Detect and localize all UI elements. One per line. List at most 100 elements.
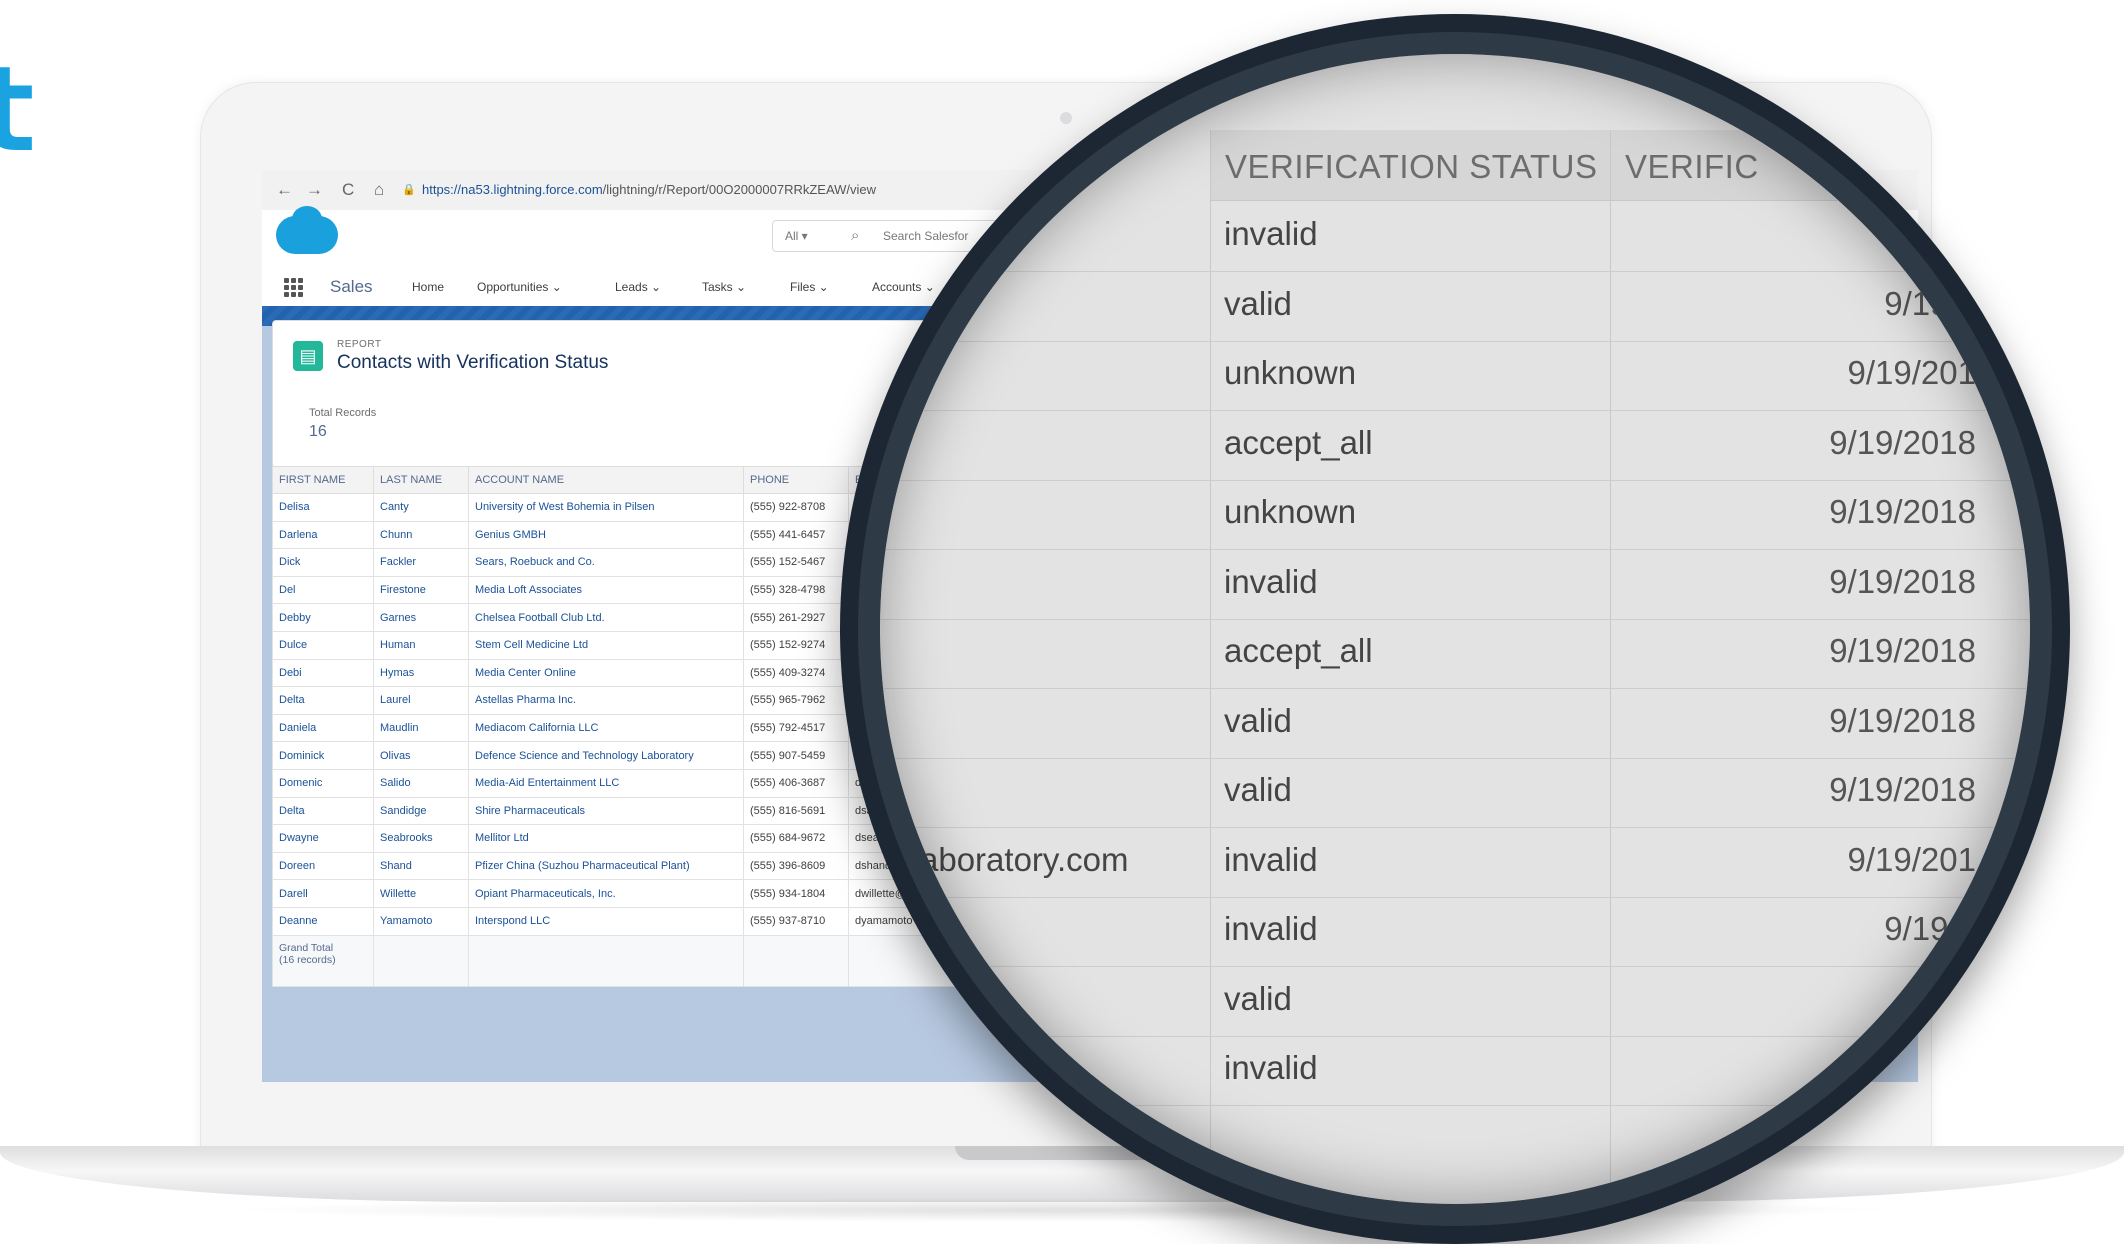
table-cell-phone: (555) 934-1804 [743, 879, 849, 908]
table-cell-account[interactable]: University of West Bohemia in Pilsen [468, 493, 744, 522]
grand-total-text: Grand Total [279, 941, 334, 954]
table-cell-phone: (555) 792-4517 [743, 713, 849, 743]
table-cell-account[interactable]: Interspond LLC [468, 906, 744, 936]
lock-icon: 🔒 [402, 184, 416, 196]
table-cell-last[interactable]: Sandidge [373, 796, 469, 826]
table-cell-account[interactable]: Stem Cell Medicine Ltd [468, 630, 744, 660]
table-cell-account[interactable]: Media Center Online [468, 658, 744, 688]
grand-total-empty-cell [373, 934, 469, 987]
table-cell-account[interactable]: Pfizer China (Suzhou Pharmaceutical Plan… [468, 851, 744, 881]
table-cell-account[interactable]: Defence Science and Technology Laborator… [468, 741, 744, 770]
app-launcher-icon[interactable] [284, 278, 304, 298]
table-cell-account[interactable]: Opiant Pharmaceuticals, Inc. [468, 879, 744, 908]
grand-total-count: (16 records) [279, 953, 336, 966]
column-header-phone[interactable]: PHONE [743, 466, 849, 494]
table-cell-last[interactable]: Olivas [373, 741, 469, 770]
table-cell-first[interactable]: Dwayne [272, 824, 374, 853]
table-cell-phone: (555) 816-5691 [743, 796, 849, 826]
table-cell-first[interactable]: Darell [272, 879, 374, 908]
report-title: Contacts with Verification Status [337, 352, 609, 373]
table-cell-last[interactable]: Shand [373, 851, 469, 881]
table-cell-first[interactable]: Darlena [272, 520, 374, 550]
table-cell-account[interactable]: Media-Aid Entertainment LLC [468, 768, 744, 798]
magnifier-lens: VERIFICATION STATUS VERIFIC invalid 9/1 va… [880, 54, 2030, 1204]
table-cell-phone: (555) 684-9672 [743, 824, 849, 853]
table-cell-account[interactable]: Shire Pharmaceuticals [468, 796, 744, 826]
table-cell-account[interactable]: Mediacom California LLC [468, 713, 744, 743]
table-cell-last[interactable]: Garnes [373, 603, 469, 632]
table-cell-first[interactable]: Dick [272, 548, 374, 577]
table-cell-last[interactable]: Firestone [373, 575, 469, 605]
table-cell-account[interactable]: Media Loft Associates [468, 575, 744, 605]
url-host: https://na53.lightning.force.com [422, 182, 603, 197]
table-cell-phone: (555) 396-8609 [743, 851, 849, 881]
table-cell-first[interactable]: Dulce [272, 630, 374, 660]
table-cell-last[interactable]: Salido [373, 768, 469, 798]
address-bar[interactable]: https://na53.lightning.force.com/lightni… [422, 182, 876, 197]
table-cell-account[interactable]: Genius GMBH [468, 520, 744, 550]
table-cell-last[interactable]: Hymas [373, 658, 469, 688]
forward-icon[interactable]: → [306, 180, 323, 200]
back-icon[interactable]: ← [276, 180, 293, 200]
table-cell-phone: (555) 152-9274 [743, 630, 849, 660]
reload-icon[interactable]: C [342, 180, 354, 200]
table-cell-phone: (555) 328-4798 [743, 575, 849, 605]
partial-heading-letter: t [0, 40, 42, 178]
table-cell-last[interactable]: Chunn [373, 520, 469, 550]
table-cell-phone: (555) 907-5459 [743, 741, 849, 770]
nav-opportunities[interactable]: Opportunities ⌄ [477, 280, 562, 294]
table-cell-phone: (555) 409-3274 [743, 658, 849, 688]
table-cell-first[interactable]: Debby [272, 603, 374, 632]
table-cell-phone: (555) 152-5467 [743, 548, 849, 577]
table-cell-phone: (555) 406-3687 [743, 768, 849, 798]
home-icon[interactable]: ⌂ [374, 180, 384, 200]
table-cell-first[interactable]: Del [272, 575, 374, 605]
total-records-value: 16 [309, 423, 327, 440]
table-cell-first[interactable]: Daniela [272, 713, 374, 743]
table-cell-phone: (555) 441-6457 [743, 520, 849, 550]
nav-tasks[interactable]: Tasks ⌄ [702, 280, 746, 294]
report-icon: ▤ [293, 341, 323, 371]
salesforce-logo-icon[interactable] [276, 206, 338, 254]
table-cell-last[interactable]: Willette [373, 879, 469, 908]
table-cell-last[interactable]: Laurel [373, 686, 469, 715]
table-cell-last[interactable]: Maudlin [373, 713, 469, 743]
nav-files[interactable]: Files ⌄ [790, 280, 829, 294]
table-cell-last[interactable]: Yamamoto [373, 906, 469, 936]
table-cell-first[interactable]: Deanne [272, 906, 374, 936]
table-cell-account[interactable]: Chelsea Football Club Ltd. [468, 603, 744, 632]
search-scope-dropdown[interactable]: All ▾ [785, 229, 808, 243]
table-cell-first[interactable]: Dominick [272, 741, 374, 770]
table-cell-first[interactable]: Domenic [272, 768, 374, 798]
url-path: /lightning/r/Report/00O2000007RRkZEAW/vi… [602, 182, 877, 197]
search-icon: ⌕ [851, 227, 860, 244]
table-cell-phone: (555) 922-8708 [743, 493, 849, 522]
table-cell-first[interactable]: Delta [272, 796, 374, 826]
column-header-last-name[interactable]: LAST NAME [373, 466, 469, 494]
lens-shading [880, 54, 2030, 1204]
table-cell-phone: (555) 261-2927 [743, 603, 849, 632]
table-cell-account[interactable]: Mellitor Ltd [468, 824, 744, 853]
table-cell-phone: (555) 965-7962 [743, 686, 849, 715]
grand-total-empty-cell [468, 934, 744, 987]
table-cell-first[interactable]: Delisa [272, 493, 374, 522]
table-cell-phone: (555) 937-8710 [743, 906, 849, 936]
app-name: Sales [330, 277, 373, 296]
grand-total-label: Grand Total (16 records) [272, 934, 374, 987]
table-cell-last[interactable]: Human [373, 630, 469, 660]
table-cell-last[interactable]: Fackler [373, 548, 469, 577]
table-cell-first[interactable]: Delta [272, 686, 374, 715]
column-header-account-name[interactable]: ACCOUNT NAME [468, 466, 744, 494]
nav-leads[interactable]: Leads ⌄ [615, 280, 661, 294]
grand-total-empty-cell [743, 934, 849, 987]
column-header-first-name[interactable]: FIRST NAME [272, 466, 374, 494]
table-cell-account[interactable]: Sears, Roebuck and Co. [468, 548, 744, 577]
table-cell-last[interactable]: Canty [373, 493, 469, 522]
table-cell-account[interactable]: Astellas Pharma Inc. [468, 686, 744, 715]
table-cell-first[interactable]: Doreen [272, 851, 374, 881]
nav-home[interactable]: Home [412, 280, 444, 294]
table-cell-first[interactable]: Debi [272, 658, 374, 688]
total-records-label: Total Records [309, 407, 377, 419]
report-kicker: REPORT [337, 339, 382, 350]
table-cell-last[interactable]: Seabrooks [373, 824, 469, 853]
